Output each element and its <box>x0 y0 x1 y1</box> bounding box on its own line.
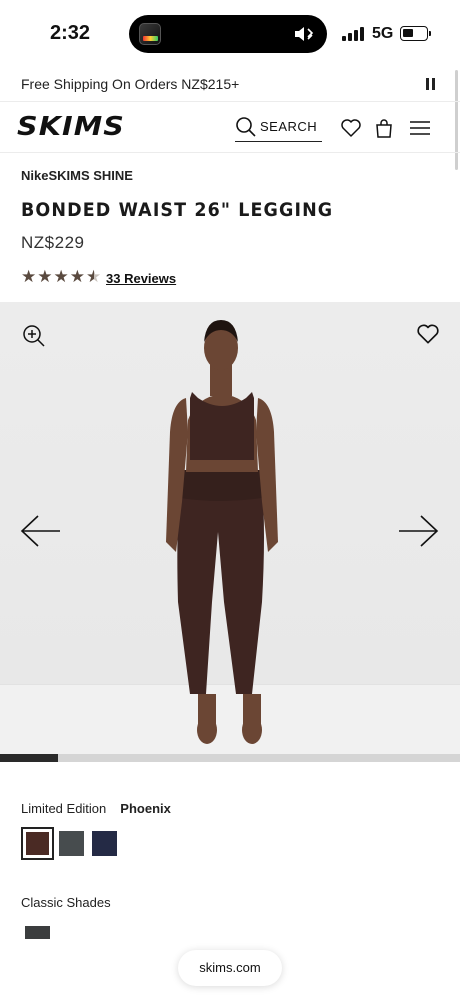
rating-stars[interactable]: ★ ★ ★ ★ ★ <box>21 268 101 286</box>
product-price: NZ$229 <box>21 233 85 252</box>
classic-shades-label: Classic Shades <box>21 895 111 910</box>
audio-output-icon <box>295 27 314 41</box>
model-photo <box>166 320 278 744</box>
now-playing-artwork-icon <box>139 23 161 45</box>
product-collection[interactable]: NikeSKIMS SHINE <box>21 168 133 183</box>
search-button[interactable]: SEARCH <box>235 116 322 142</box>
selected-color-name: Phoenix <box>120 801 171 816</box>
gallery-progress-bar[interactable] <box>0 754 460 762</box>
limited-edition-label: Limited Edition <box>21 801 107 816</box>
favorite-heart-icon[interactable] <box>416 322 440 346</box>
status-bar: 2:32 5G <box>0 0 460 66</box>
product-image-gallery[interactable] <box>0 302 460 754</box>
pause-icon[interactable] <box>425 78 437 90</box>
network-type: 5G <box>372 25 394 42</box>
star-icon: ★ <box>53 267 69 286</box>
color-swatch[interactable] <box>92 831 117 856</box>
next-image-arrow-icon[interactable] <box>397 514 439 548</box>
gallery-progress-fill <box>0 754 58 762</box>
site-header: SKIMS SEARCH <box>0 101 460 153</box>
star-icon: ★ <box>69 267 85 286</box>
browser-url-pill[interactable]: skims.com <box>178 950 282 986</box>
skims-logo[interactable]: SKIMS <box>17 112 125 142</box>
wishlist-heart-icon[interactable] <box>340 117 362 139</box>
battery-nub <box>429 31 431 36</box>
half-star-icon: ★ <box>86 267 102 286</box>
cellular-signal-icon <box>342 27 364 41</box>
product-title: BONDED WAIST 26" LEGGING <box>21 199 334 221</box>
search-label: SEARCH <box>260 119 318 134</box>
reviews-link[interactable]: 33 Reviews <box>106 271 176 286</box>
battery-icon <box>400 26 428 41</box>
search-icon <box>236 117 256 137</box>
status-time: 2:32 <box>50 22 91 44</box>
previous-image-arrow-icon[interactable] <box>20 514 62 548</box>
announcement-text: Free Shipping On Orders NZ$215+ <box>21 76 240 92</box>
color-swatch-phoenix[interactable] <box>21 827 54 860</box>
star-icon: ★ <box>21 267 37 286</box>
dynamic-island <box>129 15 327 53</box>
menu-icon[interactable] <box>409 117 431 139</box>
shopping-bag-icon[interactable] <box>373 117 395 139</box>
zoom-in-icon[interactable] <box>22 324 46 348</box>
announcement-bar: Free Shipping On Orders NZ$215+ <box>0 68 460 100</box>
classic-color-swatch[interactable] <box>25 926 50 939</box>
color-swatch[interactable] <box>59 831 84 856</box>
star-icon: ★ <box>37 267 53 286</box>
limited-edition-row: Limited Edition Phoenix <box>21 801 171 816</box>
